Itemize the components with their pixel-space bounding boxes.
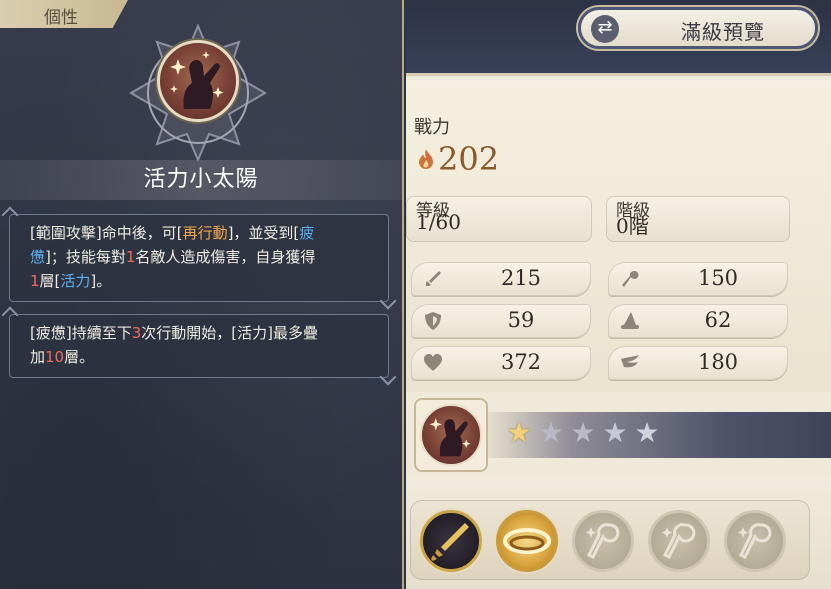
magic-attack-stat: 150 <box>608 262 788 296</box>
skill-description-box-1: [範圍攻擊]命中後，可[再行動]，並受到[疲 憊]；技能每對1名敵人造成傷害，自… <box>9 214 389 302</box>
description-text: [範圍攻擊]命中後，可[ <box>30 224 183 242</box>
sword-icon <box>426 271 441 286</box>
hp-value: 372 <box>500 350 542 374</box>
description-text: 層。 <box>64 348 95 366</box>
star-empty-icon: ★ <box>602 416 628 449</box>
description-text: [疲憊]持續至下 <box>30 324 132 342</box>
description-line: [疲憊]持續至下3次行動開始，[活力]最多疊 <box>30 321 370 345</box>
keyword-text: 1 <box>30 272 40 290</box>
star-empty-icon: ★ <box>634 416 660 449</box>
raised-fist-figure-icon <box>170 51 224 109</box>
hp-stat: 372 <box>411 346 591 380</box>
description-line: 加10層。 <box>30 345 370 369</box>
description-line: 1層[活力]。 <box>30 269 370 293</box>
keyword-text: 再行動 <box>182 224 228 242</box>
trait-skill-icon <box>157 40 239 122</box>
keyword-text: 10 <box>45 348 65 366</box>
locked-skill-slot[interactable] <box>648 510 710 572</box>
locked-staff-icon <box>661 523 696 560</box>
locked-skill-slot[interactable] <box>572 510 634 572</box>
keyword-text: 疲 <box>299 224 315 242</box>
keyword-text: 活力 <box>60 272 91 290</box>
level-box: 等級 1/60 <box>406 196 592 242</box>
description-text: ]。 <box>90 272 112 290</box>
raised-fist-figure-icon <box>429 418 471 457</box>
locked-staff-icon <box>737 523 772 560</box>
rank-box: 階級 0階 <box>606 196 790 242</box>
ring-skill-slot[interactable] <box>496 510 558 572</box>
skill-name: 活力小太陽 <box>0 160 402 200</box>
star-empty-icon: ★ <box>538 416 564 449</box>
speed-stat: 180 <box>608 346 788 380</box>
swap-arrows-icon: ⇄ <box>591 15 619 43</box>
magic-defense-value: 62 <box>704 308 732 332</box>
keyword-text: 3 <box>131 324 142 342</box>
keyword-text: 憊 <box>30 248 46 266</box>
star-empty-icon: ★ <box>570 416 596 449</box>
skill-description-box-2: [疲憊]持續至下3次行動開始，[活力]最多疊 加10層。 <box>9 314 389 378</box>
description-text: 次行動開始，[活力]最多疊 <box>141 324 318 342</box>
defense-stat: 59 <box>411 304 591 338</box>
description-text: 層[ <box>39 272 61 290</box>
shield-icon <box>425 312 441 330</box>
description-text: ]；技能每對 <box>45 248 126 266</box>
description-text: ]，並受到[ <box>227 224 300 242</box>
character-stats-panel: ⇄ 滿級預覽 戰力 202 等級 1/60 階級 0階 215 150 59 6… <box>406 0 831 589</box>
description-line: 憊]；技能每對1名敵人造成傷害，自身獲得 <box>30 245 370 269</box>
speed-value: 180 <box>697 350 739 374</box>
trait-panel: 個性 活力小太陽 [範圍攻擊]命中後，可[再行動]，並受到[疲 憊]；技能每對1… <box>0 0 404 589</box>
description-text: 加 <box>30 348 46 366</box>
flame-icon <box>419 149 433 169</box>
locked-skill-slot[interactable] <box>724 510 786 572</box>
magic-attack-value: 150 <box>697 266 739 290</box>
rank-value: 0階 <box>616 214 649 238</box>
keyword-text: 1 <box>125 248 136 266</box>
wizard-hat-icon <box>621 312 639 329</box>
locked-staff-icon <box>585 523 620 560</box>
sword-skill-icon <box>431 523 469 561</box>
golden-ring-skill-icon <box>503 528 551 554</box>
speed-wing-icon <box>621 355 639 368</box>
level-value: 1/60 <box>416 210 461 234</box>
trait-tab-label: 個性 <box>44 8 78 28</box>
power-label: 戰力 <box>414 117 450 138</box>
description-text: 名敵人造成傷害，自身獲得 <box>135 248 316 266</box>
star-filled-icon: ★ <box>506 416 532 449</box>
power-value: 202 <box>438 140 500 178</box>
max-level-preview-label: 滿級預覽 <box>681 20 765 44</box>
character-portrait-icon <box>420 404 482 466</box>
magic-defense-stat: 62 <box>608 304 788 338</box>
heart-icon <box>424 354 442 371</box>
staff-icon <box>622 270 639 287</box>
trait-tab[interactable]: 個性 <box>0 0 128 28</box>
defense-value: 59 <box>507 308 535 332</box>
description-line: [範圍攻擊]命中後，可[再行動]，並受到[疲 <box>30 221 370 245</box>
attack-stat: 215 <box>411 262 591 296</box>
max-level-preview-button[interactable]: ⇄ 滿級預覽 <box>578 7 818 49</box>
attack-value: 215 <box>500 266 542 290</box>
character-portrait[interactable] <box>414 398 488 472</box>
sword-skill-slot[interactable] <box>420 510 482 572</box>
